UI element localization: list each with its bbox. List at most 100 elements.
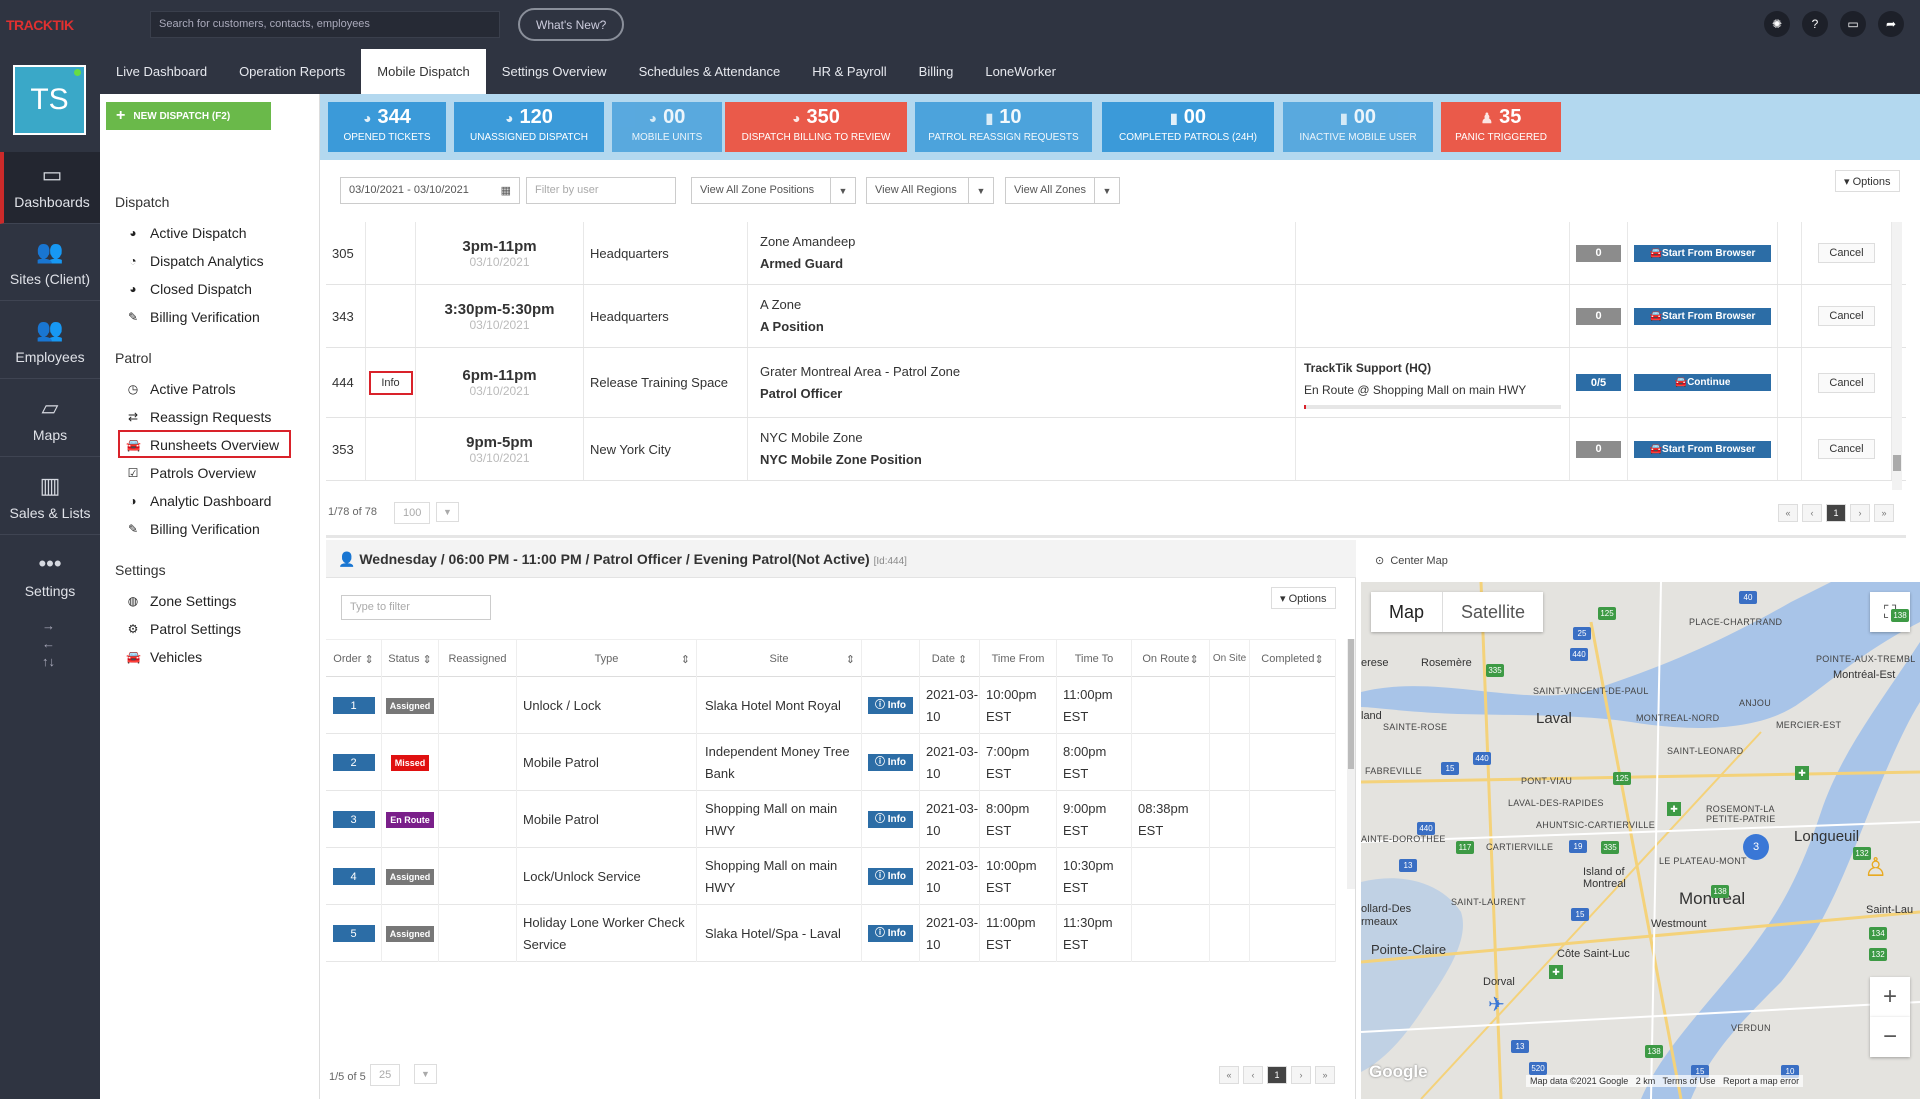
new-dispatch-button[interactable]: + NEW DISPATCH (F2)	[106, 102, 271, 130]
satellite-tab[interactable]: Satellite	[1442, 592, 1543, 632]
vertical-scrollbar[interactable]	[1892, 222, 1902, 490]
start-from-browser-button[interactable]: 🚘 Start From Browser	[1634, 440, 1771, 458]
runsheet-filter-input[interactable]: Type to filter	[341, 595, 491, 620]
scrollbar-thumb[interactable]	[1893, 455, 1901, 471]
chevron-down-icon[interactable]: ▼	[968, 177, 994, 204]
monitor-icon[interactable]: ▭	[1840, 11, 1866, 37]
stat-dispatch-billing[interactable]: ◕ 350 DISPATCH BILLING TO REVIEW	[725, 102, 907, 152]
pegman-icon[interactable]: ♙	[1864, 852, 1887, 882]
tab-mobile-dispatch[interactable]: Mobile Dispatch	[361, 49, 486, 94]
sidebar-item-dispatch-analytics[interactable]: ◔ Dispatch Analytics	[126, 253, 263, 269]
chevron-down-icon[interactable]: ▼	[436, 502, 459, 522]
left-nav-dashboards[interactable]: ▭ Dashboards	[0, 152, 100, 224]
bulb-icon[interactable]: ✺	[1764, 11, 1790, 37]
sidebar-item-dispatch-billing-verification[interactable]: ✎ Billing Verification	[126, 309, 260, 325]
cancel-button[interactable]: Cancel	[1818, 243, 1875, 263]
left-nav-settings[interactable]: ••• Settings	[0, 541, 100, 613]
last-page-icon[interactable]: »	[1874, 504, 1894, 522]
whats-new-button[interactable]: What's New?	[518, 8, 625, 41]
sidebar-item-patrol-settings[interactable]: ⚙ Patrol Settings	[126, 621, 241, 637]
start-from-browser-button[interactable]: 🚘 Start From Browser	[1634, 244, 1771, 262]
stat-unassigned-dispatch[interactable]: ◕ 120 UNASSIGNED DISPATCH	[454, 102, 604, 152]
info-button[interactable]: ⓘ Info	[868, 811, 913, 828]
table-row[interactable]: 2 Missed Mobile Patrol Independent Money Tr…	[326, 734, 1336, 791]
table-row[interactable]: 5 Assigned Holiday Lone Worker Check Servic…	[326, 905, 1336, 962]
help-icon[interactable]: ?	[1802, 11, 1828, 37]
info-button[interactable]: ⓘ Info	[868, 925, 913, 942]
stat-mobile-units[interactable]: ◕ 00 MOBILE UNITS	[612, 102, 722, 152]
runsheet-per-page-select[interactable]: 25	[370, 1064, 401, 1086]
tab-hr-payroll[interactable]: HR & Payroll	[796, 49, 902, 94]
col-on-route[interactable]: On Route ⇕	[1132, 640, 1210, 678]
left-nav-sites[interactable]: 👥 Sites (Client)	[0, 229, 100, 301]
tracktik-logo[interactable]: TRACKTIK	[0, 17, 100, 33]
sidebar-item-vehicles[interactable]: 🚘 Vehicles	[126, 649, 202, 665]
chevron-down-icon[interactable]: ▼	[1094, 177, 1120, 204]
runsheet-scrollbar[interactable]	[1347, 639, 1355, 889]
collapse-arrows-icon[interactable]: → ← ↑↓	[42, 617, 55, 671]
share-icon[interactable]: ➦	[1878, 11, 1904, 37]
tab-billing[interactable]: Billing	[903, 49, 970, 94]
start-from-browser-button[interactable]: 🚘 Start From Browser	[1634, 307, 1771, 325]
col-order[interactable]: Order ⇕	[326, 640, 382, 678]
first-page-icon[interactable]: «	[1778, 504, 1798, 522]
col-reassigned[interactable]: Reassigned	[439, 640, 517, 678]
filter-by-user-input[interactable]: Filter by user	[526, 177, 676, 204]
scrollbar-thumb[interactable]	[1348, 639, 1354, 769]
table-row[interactable]: 343 3:30pm-5:30pm 03/10/2021 Headquarters…	[326, 285, 1906, 348]
tab-loneworker[interactable]: LoneWorker	[969, 49, 1072, 94]
split-divider[interactable]	[326, 535, 1906, 538]
sidebar-item-closed-dispatch[interactable]: ◕ Closed Dispatch	[126, 281, 252, 297]
options-button[interactable]: ▾ Options	[1835, 170, 1900, 192]
sidebar-item-analytic-dashboard[interactable]: ◑ Analytic Dashboard	[126, 493, 271, 509]
next-page-icon[interactable]: ›	[1850, 504, 1870, 522]
zones-select[interactable]: View All Zones	[1005, 177, 1095, 204]
per-page-select[interactable]: 100	[394, 502, 431, 524]
table-row[interactable]: 1 Assigned Unlock / Lock Slaka Hotel Mont R…	[326, 677, 1336, 734]
sidebar-item-active-dispatch[interactable]: ◕ Active Dispatch	[126, 225, 246, 241]
zoom-out-button[interactable]: −	[1870, 1017, 1910, 1057]
current-page[interactable]: 1	[1267, 1066, 1287, 1084]
stat-patrol-reassign[interactable]: ▮ 10 PATROL REASSIGN REQUESTS	[915, 102, 1092, 152]
zoom-in-button[interactable]: +	[1870, 977, 1910, 1017]
table-row[interactable]: 444 Info 6pm-11pm 03/10/2021 Release Trai…	[326, 348, 1906, 418]
next-page-icon[interactable]: ›	[1291, 1066, 1311, 1084]
col-status[interactable]: Status ⇕	[382, 640, 439, 678]
info-button[interactable]: Info	[368, 370, 413, 395]
col-on-site[interactable]: On Site	[1210, 640, 1250, 678]
chevron-down-icon[interactable]: ▼	[414, 1064, 437, 1084]
sidebar-item-patrols-overview[interactable]: ☑ Patrols Overview	[126, 465, 256, 481]
tab-schedules-attendance[interactable]: Schedules & Attendance	[623, 49, 797, 94]
center-map-button[interactable]: Center Map	[1390, 555, 1447, 567]
zone-positions-select[interactable]: View All Zone Positions	[691, 177, 831, 204]
chevron-down-icon[interactable]: ▼	[830, 177, 856, 204]
global-search-input[interactable]: Search for customers, contacts, employee…	[150, 11, 500, 38]
col-type[interactable]: Type ⇕	[517, 640, 697, 678]
info-button[interactable]: ⓘ Info	[868, 754, 913, 771]
cancel-button[interactable]: Cancel	[1818, 439, 1875, 459]
first-page-icon[interactable]: «	[1219, 1066, 1239, 1084]
left-nav-employees[interactable]: 👥 Employees	[0, 307, 100, 379]
col-time-to[interactable]: Time To	[1057, 640, 1132, 678]
table-row[interactable]: 305 3pm-11pm 03/10/2021 Headquarters Zone…	[326, 222, 1906, 285]
date-range-input[interactable]: 03/10/2021 - 03/10/2021 ▦	[340, 177, 520, 204]
stat-opened-tickets[interactable]: ◕ 344 OPENED TICKETS	[328, 102, 446, 152]
marker-cluster[interactable]: 3	[1743, 834, 1769, 860]
tab-live-dashboard[interactable]: Live Dashboard	[100, 49, 223, 94]
continue-button[interactable]: 🚘 Continue	[1634, 374, 1771, 391]
sidebar-item-zone-settings[interactable]: ◍ Zone Settings	[126, 593, 237, 609]
left-nav-sales-lists[interactable]: ▥ Sales & Lists	[0, 463, 100, 535]
col-site[interactable]: Site ⇕	[697, 640, 862, 678]
sidebar-item-reassign-requests[interactable]: ⇄ Reassign Requests	[126, 409, 271, 425]
cancel-button[interactable]: Cancel	[1818, 372, 1875, 393]
cancel-button[interactable]: Cancel	[1818, 306, 1875, 326]
info-button[interactable]: ⓘ Info	[868, 868, 913, 885]
stat-panic-triggered[interactable]: ♟ 35 PANIC TRIGGERED	[1441, 102, 1561, 152]
table-row[interactable]: 4 Assigned Lock/Unlock Service Shopping Mal…	[326, 848, 1336, 905]
col-date[interactable]: Date ⇕	[920, 640, 980, 678]
left-nav-maps[interactable]: ▱ Maps	[0, 385, 100, 457]
current-page[interactable]: 1	[1826, 504, 1846, 522]
tab-settings-overview[interactable]: Settings Overview	[486, 49, 623, 94]
table-row[interactable]: 3 En Route Mobile Patrol Shopping Mall on m…	[326, 791, 1336, 848]
tab-operation-reports[interactable]: Operation Reports	[223, 49, 361, 94]
